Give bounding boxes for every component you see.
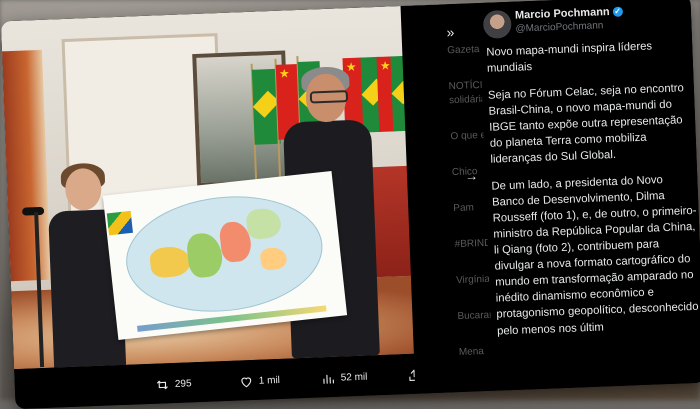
tweet-photo[interactable]: [0, 4, 459, 370]
bar-chart-icon: [323, 374, 334, 384]
like-count: 1 mil: [258, 374, 281, 387]
view-count: 52 mil: [340, 371, 368, 384]
screenshot-card: 295 1 mil 52 mil Gazeta NOTÍCIAS solidár…: [0, 0, 700, 409]
tweet-paragraph: De um lado, a presidenta do Novo Banco d…: [491, 174, 699, 338]
arrow-right-icon[interactable]: →: [465, 168, 479, 183]
ibge-ribbon-logo: [106, 210, 133, 236]
author-handle[interactable]: @MarcioPochmann: [515, 20, 603, 34]
chevrons-right-icon[interactable]: »: [446, 24, 454, 40]
avatar[interactable]: [482, 9, 512, 39]
views-button[interactable]: 52 mil: [320, 368, 368, 388]
retweet-count: 295: [174, 377, 192, 390]
author-name-text: Marcio Pochmann: [514, 6, 610, 22]
like-button[interactable]: 1 mil: [238, 371, 280, 391]
retweet-icon: [156, 380, 168, 389]
curtain: [1, 49, 51, 282]
tweet-detail: Marcio Pochmann ✓ @MarcioPochmann Novo ma…: [478, 0, 700, 391]
tweet-text: Novo mapa-mundi inspira líderes mundiais…: [486, 37, 700, 350]
retweet-button[interactable]: 295: [155, 374, 192, 393]
author-name[interactable]: Marcio Pochmann ✓: [515, 6, 623, 22]
microphone-icon: [21, 206, 45, 216]
glasses-icon: [309, 90, 349, 104]
tweet-title: Novo mapa-mundi inspira líderes mundiais: [486, 40, 653, 75]
world-map-poster: [102, 170, 348, 340]
heart-icon: [241, 376, 252, 387]
tweet-paragraph: Seja no Fórum Celac, seja no encontro Br…: [487, 82, 685, 166]
verified-badge-icon: ✓: [612, 6, 623, 17]
